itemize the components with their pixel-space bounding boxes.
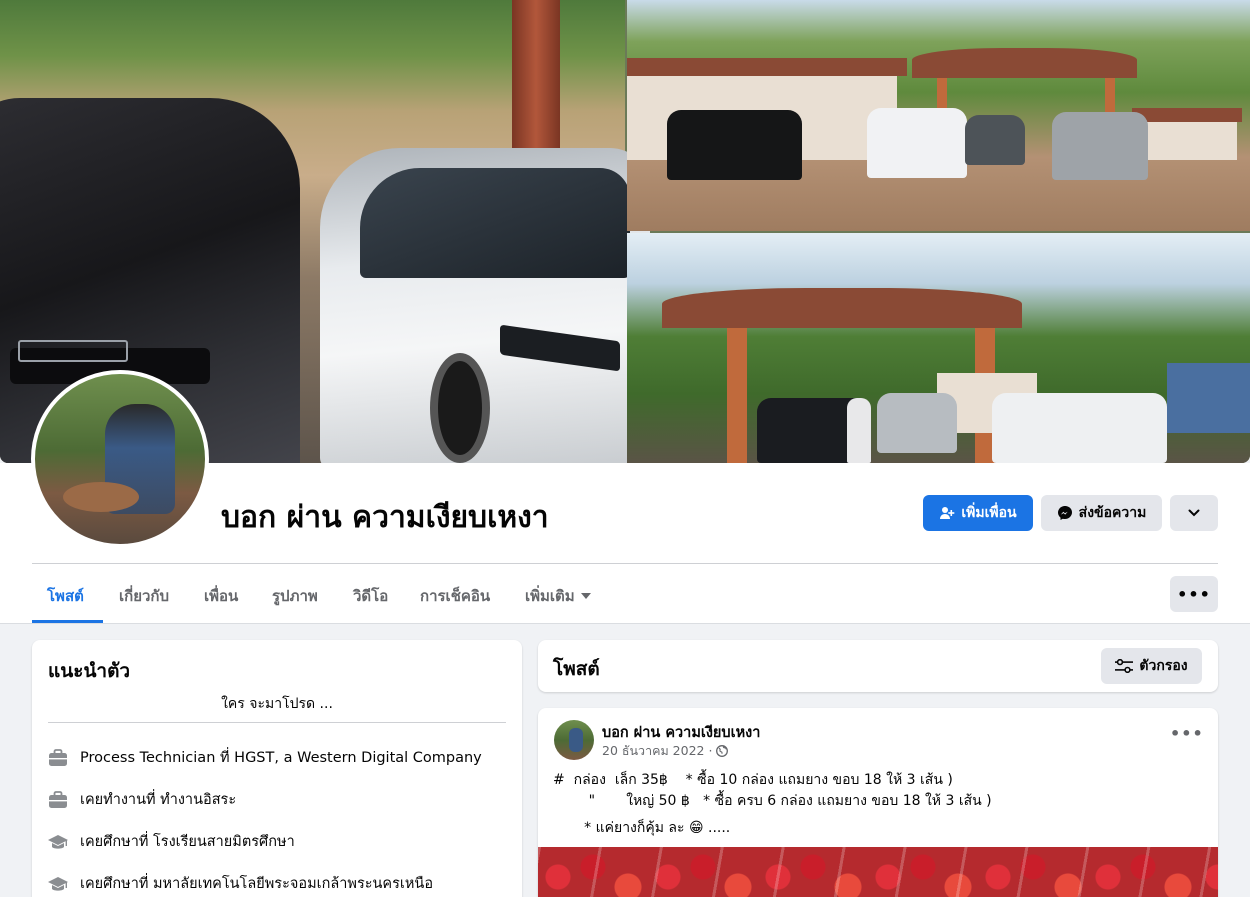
tab-photos[interactable]: รูปภาพ — [272, 584, 318, 608]
more-dots-icon: ••• — [1177, 584, 1211, 604]
post-photo[interactable] — [538, 847, 1218, 897]
tab-posts[interactable]: โพสต์ — [47, 584, 84, 608]
post-text-line: # กล่อง เล็ก 35฿ * ซื้อ 10 กล่อง แถมยาง … — [553, 772, 953, 788]
post-text-line: * แค่ยางก็คุ้ม ละ 😁 ..... — [553, 820, 731, 836]
add-friend-icon — [940, 507, 955, 519]
messenger-icon — [1057, 506, 1072, 520]
intro-title: แนะนำตัว — [48, 660, 131, 682]
post-options-button[interactable]: ••• — [1170, 724, 1204, 743]
filter-button[interactable]: ตัวกรอง — [1101, 648, 1202, 684]
post-text-line: " ใหญ่ 50 ฿ * ซื้อ ครบ 6 กล่อง แถมยาง ขอ… — [553, 793, 992, 809]
intro-card: แนะนำตัว ใคร จะมาโปรด ... Process Techni… — [32, 640, 522, 897]
tab-checkins[interactable]: การเช็คอิน — [420, 584, 490, 608]
intro-item-text[interactable]: เคยศึกษาที่ โรงเรียนสายมิตรศึกษา — [80, 830, 295, 853]
cover-photo[interactable] — [0, 0, 1250, 463]
cover-photo-bottom-right — [627, 233, 1250, 463]
posts-header-card: โพสต์ ตัวกรอง — [538, 640, 1218, 692]
intro-item-text[interactable]: Process Technician ที่ HGST, a Western D… — [80, 746, 482, 769]
filter-label: ตัวกรอง — [1139, 658, 1188, 674]
graduation-cap-icon — [48, 874, 68, 894]
tab-friends[interactable]: เพื่อน — [204, 584, 238, 608]
header-bottom-border — [0, 623, 1250, 624]
globe-icon — [716, 745, 729, 757]
intro-item-text[interactable]: เคยทำงานที่ ทำงานอิสระ — [80, 788, 236, 811]
post-meta: 20 ธันวาคม 2022 · — [602, 741, 729, 761]
intro-item-work: เคยทำงานที่ ทำงานอิสระ — [48, 788, 236, 811]
caret-down-icon — [580, 593, 591, 599]
briefcase-icon — [48, 748, 68, 768]
message-button[interactable]: ส่งข้อความ — [1041, 495, 1162, 531]
intro-item-education: เคยศึกษาที่ มหาลัยเทคโนโลยีพระจอมเกล้าพร… — [48, 872, 433, 895]
intro-item-text[interactable]: เคยศึกษาที่ มหาลัยเทคโนโลยีพระจอมเกล้าพร… — [80, 872, 433, 895]
posts-title: โพสต์ — [553, 658, 600, 680]
brick-pillar — [512, 0, 560, 150]
tab-more-label: เพิ่มเติม — [525, 587, 575, 605]
chevron-down-icon — [1188, 509, 1200, 517]
tab-videos[interactable]: วิดีโอ — [353, 584, 388, 608]
profile-options-button[interactable] — [1170, 495, 1218, 531]
intro-divider — [48, 722, 506, 723]
intro-bio: ใคร จะมาโปรด ... — [221, 696, 333, 712]
briefcase-icon — [48, 790, 68, 810]
profile-name: บอก ผ่าน ความเงียบเหงา — [221, 500, 549, 535]
message-label: ส่งข้อความ — [1078, 505, 1147, 521]
intro-item-work: Process Technician ที่ HGST, a Western D… — [48, 746, 482, 769]
post-card: บอก ผ่าน ความเงียบเหงา 20 ธันวาคม 2022 ·… — [538, 708, 1218, 897]
filter-icon — [1115, 659, 1134, 673]
header-divider — [32, 563, 1218, 564]
post-author-avatar[interactable] — [554, 720, 594, 760]
intro-item-education: เคยศึกษาที่ โรงเรียนสายมิตรศึกษา — [48, 830, 295, 853]
cover-photo-top-right — [627, 0, 1250, 231]
tab-more[interactable]: เพิ่มเติม — [525, 584, 591, 608]
post-date[interactable]: 20 ธันวาคม 2022 · — [602, 741, 712, 761]
more-options-button[interactable]: ••• — [1170, 576, 1218, 612]
add-friend-button[interactable]: เพิ่มเพื่อน — [923, 495, 1033, 531]
white-sedan — [320, 148, 650, 463]
add-friend-label: เพิ่มเพื่อน — [961, 505, 1017, 521]
graduation-cap-icon — [48, 832, 68, 852]
profile-picture[interactable] — [31, 370, 209, 548]
tab-about[interactable]: เกี่ยวกับ — [119, 584, 169, 608]
